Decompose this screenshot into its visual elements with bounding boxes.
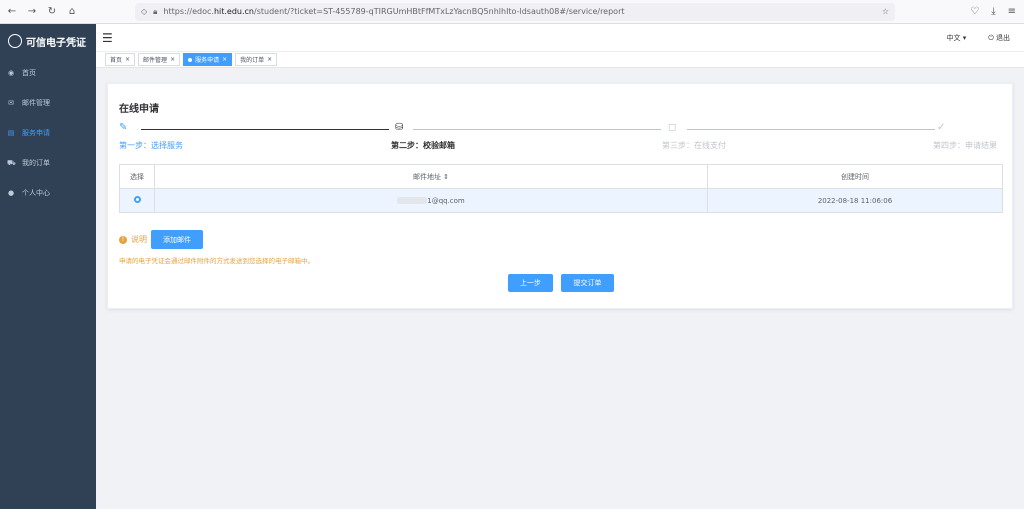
note-label: 说明 <box>131 235 147 244</box>
browser-toolbar: ← → ↻ ⌂ ◇ 🔒︎ https://edoc.hit.edu.cn/stu… <box>0 0 1024 24</box>
document-icon: ▤ <box>7 129 15 137</box>
submit-order-button[interactable]: 提交订单 <box>561 274 614 292</box>
sidebar-item-service[interactable]: ▤ 服务申请 <box>0 118 96 148</box>
steps: ✎ 第一步：选择服务 ⛁ 第二步：校验邮箱 ◻ 第三步：在线支付 ✓ 第四步：申… <box>119 122 1003 152</box>
bookmark-star-icon[interactable]: ☆ <box>882 7 889 16</box>
top-header: ☰ 中文 ▾ ⏻ 退出 <box>96 24 1024 52</box>
created-cell: 2022-08-18 11:06:06 <box>707 188 1003 213</box>
home-icon[interactable]: ⌂ <box>66 6 78 17</box>
browser-nav: ← → ↻ ⌂ <box>0 6 135 17</box>
step-label: 第三步：在线支付 <box>662 141 726 150</box>
logo-emblem-icon <box>8 34 22 48</box>
select-radio[interactable] <box>133 196 141 203</box>
back-icon[interactable]: ← <box>6 6 18 17</box>
lock-icon: 🔒︎ <box>153 6 158 16</box>
sidebar-item-home[interactable]: ◉ 首页 <box>0 58 96 88</box>
check-circle-icon: ✓ <box>937 122 946 133</box>
active-dot-icon <box>188 57 193 62</box>
step-4: ✓ 第四步：申请结果 <box>933 122 997 151</box>
tag-label: 服务申请 <box>195 57 220 64</box>
menu-icon[interactable]: ≡ <box>1008 6 1016 17</box>
step-3: ◻ 第三步：在线支付 <box>662 122 726 151</box>
forward-icon[interactable]: → <box>26 6 38 17</box>
sidebar-item-label: 个人中心 <box>22 189 50 197</box>
sidebar: 可信电子凭证 ◉ 首页 ✉ 邮件管理 ▤ 服务申请 ⛟ 我的订单 ● 个人中心 <box>0 24 96 509</box>
footer-buttons: 上一步 提交订单 <box>508 274 614 292</box>
tag-service[interactable]: 服务申请 × <box>183 53 233 66</box>
dashboard-icon: ◉ <box>7 69 15 77</box>
select-cell <box>119 188 155 213</box>
step-2: ⛁ 第二步：校验邮箱 <box>391 122 455 151</box>
logo: 可信电子凭证 <box>0 24 96 58</box>
add-email-button[interactable]: 添加邮件 <box>151 230 203 249</box>
page-title: 在线申请 <box>119 104 159 115</box>
browser-right-icons: ♡ ⤓ ≡ <box>970 6 1024 17</box>
tag-orders[interactable]: 我的订单 × <box>235 53 278 66</box>
hamburger-icon[interactable]: ☰ <box>102 31 113 45</box>
column-header-created: 创建时间 <box>707 164 1003 189</box>
email-cell: 1@qq.com <box>154 188 708 213</box>
header-right: 中文 ▾ ⏻ 退出 <box>946 33 1024 43</box>
tag-mail[interactable]: 邮件管理 × <box>138 53 181 66</box>
sidebar-item-orders[interactable]: ⛟ 我的订单 <box>0 148 96 178</box>
close-icon[interactable]: × <box>222 56 227 63</box>
edit-icon: ✎ <box>119 122 128 133</box>
download-icon[interactable]: ⤓ <box>991 6 995 17</box>
tag-label: 邮件管理 <box>143 57 168 64</box>
bag-icon: ◻ <box>668 122 677 133</box>
column-header-email[interactable]: 邮件地址 ⇕ <box>154 164 708 189</box>
sidebar-item-profile[interactable]: ● 个人中心 <box>0 178 96 208</box>
tag-label: 我的订单 <box>240 57 265 64</box>
mail-icon: ✉ <box>8 99 14 107</box>
info-icon: ! <box>119 235 127 244</box>
step-label: 第二步：校验邮箱 <box>391 141 455 150</box>
logo-text: 可信电子凭证 <box>26 37 86 49</box>
url-text[interactable]: https://edoc.hit.edu.cn/student/?ticket=… <box>163 7 875 16</box>
tag-home[interactable]: 首页 × <box>105 53 136 66</box>
apply-card: 在线申请 ✎ 第一步：选择服务 ⛁ 第二步：校验邮箱 ◻ 第三步：在线支付 ✓ … <box>107 83 1013 309</box>
shield-icon: ◇ <box>141 7 148 16</box>
inbox-icon: ⛁ <box>395 122 404 133</box>
pocket-icon[interactable]: ♡ <box>970 6 979 17</box>
sidebar-item-label: 邮件管理 <box>22 99 50 107</box>
step-label: 第一步：选择服务 <box>119 141 183 150</box>
tags-view: 首页 × 邮件管理 × 服务申请 × 我的订单 × <box>96 52 1024 68</box>
table-row[interactable]: 1@qq.com 2022-08-18 11:06:06 <box>119 188 1003 213</box>
email-table: 选择 邮件地址 ⇕ 创建时间 1@qq.com 2022-08-18 11:06… <box>119 164 1003 213</box>
cart-icon: ⛟ <box>7 158 16 167</box>
language-select[interactable]: 中文 ▾ <box>946 33 966 43</box>
table-header-row: 选择 邮件地址 ⇕ 创建时间 <box>119 164 1003 189</box>
email-text: 1@qq.com <box>427 196 465 205</box>
redacted-block <box>397 197 428 204</box>
close-icon[interactable]: × <box>125 56 130 63</box>
prev-step-button[interactable]: 上一步 <box>508 274 553 292</box>
user-icon: ● <box>7 189 15 197</box>
sidebar-item-mail[interactable]: ✉ 邮件管理 <box>0 88 96 118</box>
caret-down-icon: ▾ <box>962 33 967 42</box>
step-label: 第四步：申请结果 <box>933 141 997 150</box>
sidebar-item-label: 首页 <box>22 69 36 77</box>
note-row: ! 说明 添加邮件 <box>119 230 203 249</box>
sidebar-item-label: 服务申请 <box>22 129 50 137</box>
tag-label: 首页 <box>110 57 123 64</box>
address-bar[interactable]: ◇ 🔒︎ https://edoc.hit.edu.cn/student/?ti… <box>135 2 895 21</box>
hint-text: 申请的电子凭证会通过邮件附件的方式发送到您选择的电子邮箱中。 <box>119 257 314 265</box>
power-icon: ⏻ <box>988 33 994 42</box>
sidebar-item-label: 我的订单 <box>22 159 50 167</box>
close-icon[interactable]: × <box>267 56 272 63</box>
column-header-select: 选择 <box>119 164 155 189</box>
reload-icon[interactable]: ↻ <box>46 6 58 17</box>
logout-button[interactable]: ⏻ 退出 <box>988 33 1010 43</box>
close-icon[interactable]: × <box>170 56 175 63</box>
step-1: ✎ 第一步：选择服务 <box>119 122 183 151</box>
